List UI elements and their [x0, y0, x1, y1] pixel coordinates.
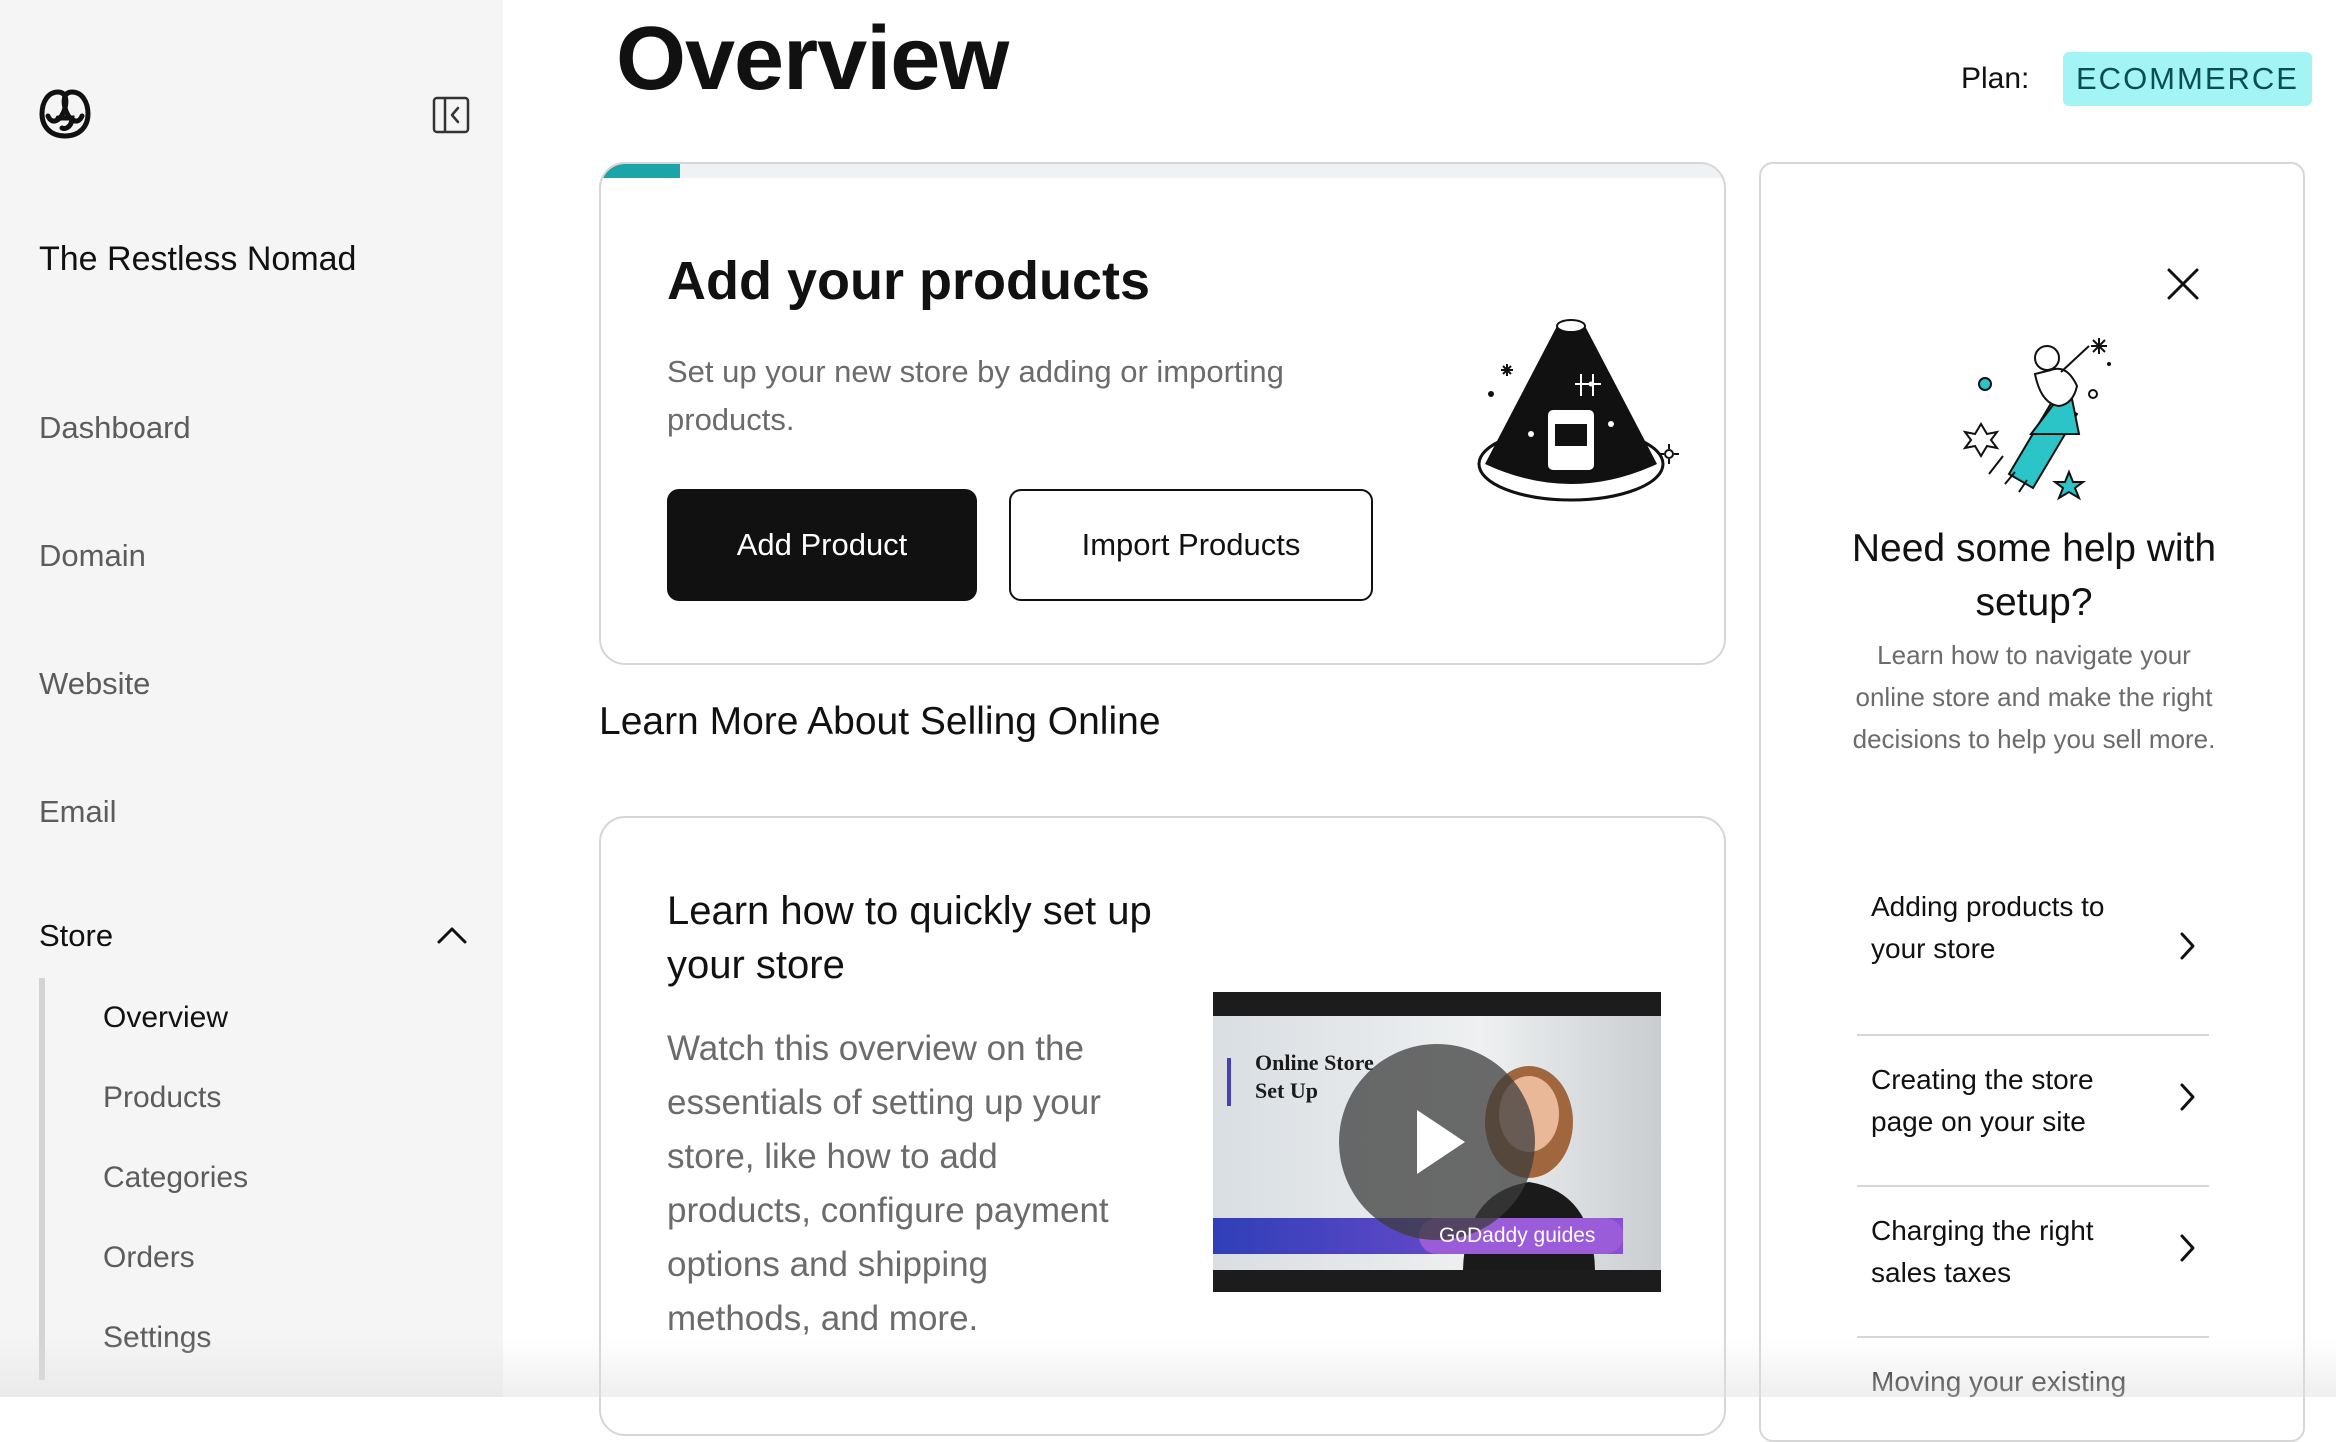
plan-badge: ECOMMERCE [2063, 52, 2312, 106]
learn-more-heading: Learn More About Selling Online [599, 700, 1161, 743]
video-caption-line2: Set Up [1255, 1078, 1318, 1103]
video-brand-label: GoDaddy guides [1439, 1224, 1596, 1247]
help-link-adding-products[interactable]: Adding products to your store [1857, 886, 2209, 1036]
sidebar-subitem-settings[interactable]: Settings [103, 1321, 211, 1355]
add-products-description: Set up your new store by adding or impor… [667, 354, 1284, 437]
page-title: Overview [616, 9, 1009, 109]
setup-progress-fill [601, 164, 680, 178]
sidebar: The Restless Nomad Dashboard Domain Webs… [0, 0, 503, 1397]
sidebar-item-email[interactable]: Email [39, 794, 117, 830]
sidebar-item-dashboard[interactable]: Dashboard [39, 410, 191, 446]
setup-progress-bar [601, 164, 1724, 178]
help-link-moving-store[interactable]: Moving your existing [1857, 1339, 2209, 1440]
help-description: Learn how to navigate your online store … [1852, 640, 2216, 754]
close-icon[interactable] [2163, 264, 2203, 304]
chevron-right-icon [2180, 1234, 2195, 1262]
help-link-label: Adding products to your store [1871, 891, 2105, 964]
sidebar-subitem-categories[interactable]: Categories [103, 1161, 248, 1195]
help-panel: Need some help with setup? Learn how to … [1759, 162, 2305, 1442]
help-link-label: Charging the right sales taxes [1871, 1215, 2094, 1288]
sidebar-item-website[interactable]: Website [39, 666, 150, 702]
plan-label: Plan: [1961, 62, 2030, 95]
store-spotlight-illustration-icon [1477, 319, 1679, 502]
godaddy-logo-icon[interactable] [36, 86, 94, 142]
video-caption-line1: Online Store [1255, 1050, 1374, 1075]
learn-video-card: Learn how to quickly set up your store W… [599, 816, 1726, 1436]
help-link-label: Creating the store page on your site [1871, 1064, 2094, 1137]
rocket-launch-illustration-icon [1962, 338, 2111, 501]
subnav-rail [39, 978, 45, 1380]
sidebar-subitem-orders[interactable]: Orders [103, 1241, 195, 1275]
sidebar-subitem-products[interactable]: Products [103, 1081, 221, 1115]
add-product-button[interactable]: Add Product [667, 489, 977, 601]
store-name: The Restless Nomad [39, 240, 357, 278]
sidebar-item-store[interactable]: Store [39, 918, 469, 964]
learn-video-description: Watch this overview on the essentials of… [667, 1029, 1109, 1338]
sidebar-collapse-icon[interactable] [432, 96, 470, 134]
sidebar-subitem-overview[interactable]: Overview [103, 1001, 228, 1035]
import-products-button[interactable]: Import Products [1009, 489, 1373, 601]
help-title: Need some help with setup? [1851, 527, 2217, 624]
chevron-right-icon [2180, 932, 2195, 960]
learn-video-title: Learn how to quickly set up your store [667, 889, 1152, 987]
help-link-store-page[interactable]: Creating the store page on your site [1857, 1037, 2209, 1187]
chevron-right-icon [2180, 1083, 2195, 1111]
sidebar-item-store-label: Store [39, 918, 114, 953]
help-link-sales-taxes[interactable]: Charging the right sales taxes [1857, 1188, 2209, 1338]
chevron-up-icon [437, 927, 467, 944]
add-products-card: Add your products Set up your new store … [599, 162, 1726, 665]
sidebar-item-domain[interactable]: Domain [39, 538, 146, 574]
video-thumbnail[interactable]: Online Store Set Up GoDaddy guides [1213, 992, 1661, 1292]
add-products-title: Add your products [667, 251, 1150, 311]
